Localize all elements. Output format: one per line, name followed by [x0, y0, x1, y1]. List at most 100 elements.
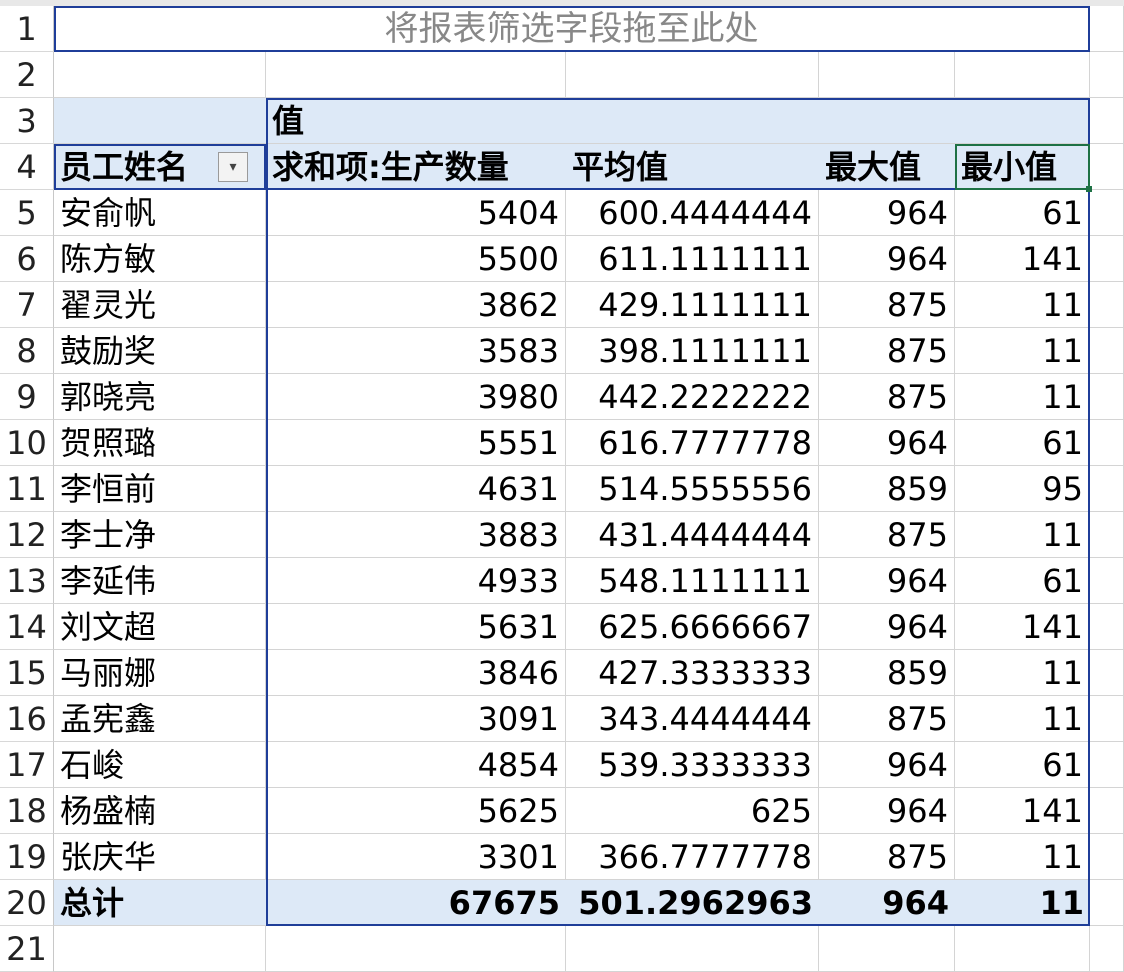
value-cell-avg[interactable]: 429.1111111: [566, 282, 819, 328]
row-number[interactable]: 21: [0, 926, 54, 972]
row-number[interactable]: 7: [0, 282, 54, 328]
row-number[interactable]: 4: [0, 144, 54, 190]
sheet-cell[interactable]: [1090, 6, 1124, 52]
sheet-cell[interactable]: [54, 926, 266, 972]
row-number[interactable]: 17: [0, 742, 54, 788]
sheet-cell[interactable]: [819, 926, 955, 972]
value-cell-min[interactable]: 11: [955, 374, 1090, 420]
employee-name-cell[interactable]: 李恒前: [54, 466, 266, 512]
value-cell-avg[interactable]: 427.3333333: [566, 650, 819, 696]
value-cell-max[interactable]: 875: [819, 328, 955, 374]
value-cell-sum[interactable]: 3862: [266, 282, 566, 328]
value-cell-avg[interactable]: 366.7777778: [566, 834, 819, 880]
value-cell-min[interactable]: 141: [955, 788, 1090, 834]
row-number[interactable]: 3: [0, 98, 54, 144]
employee-name-cell[interactable]: 贺照璐: [54, 420, 266, 466]
employee-name-cell[interactable]: 翟灵光: [54, 282, 266, 328]
report-filter-drop-area[interactable]: 将报表筛选字段拖至此处: [54, 6, 1090, 52]
value-cell-max[interactable]: 875: [819, 696, 955, 742]
value-cell-sum[interactable]: 5500: [266, 236, 566, 282]
sheet-cell[interactable]: [1090, 144, 1124, 190]
value-cell-max[interactable]: 964: [819, 742, 955, 788]
value-cell-min[interactable]: 141: [955, 236, 1090, 282]
value-cell-max[interactable]: 859: [819, 466, 955, 512]
value-cell-sum[interactable]: 5631: [266, 604, 566, 650]
value-cell-min[interactable]: 11: [955, 512, 1090, 558]
row-number[interactable]: 8: [0, 328, 54, 374]
value-cell-max[interactable]: 875: [819, 512, 955, 558]
value-cell-avg[interactable]: 600.4444444: [566, 190, 819, 236]
employee-name-cell[interactable]: 孟宪鑫: [54, 696, 266, 742]
value-cell-sum[interactable]: 5625: [266, 788, 566, 834]
row-number[interactable]: 18: [0, 788, 54, 834]
row-number[interactable]: 15: [0, 650, 54, 696]
sheet-cell[interactable]: [1090, 650, 1124, 696]
value-cell-max[interactable]: 964: [819, 420, 955, 466]
employee-name-cell[interactable]: 陈方敏: [54, 236, 266, 282]
value-cell-min[interactable]: 61: [955, 190, 1090, 236]
employee-name-cell[interactable]: 李士净: [54, 512, 266, 558]
row-number[interactable]: 14: [0, 604, 54, 650]
value-cell-max[interactable]: 964: [819, 236, 955, 282]
employee-name-cell[interactable]: 刘文超: [54, 604, 266, 650]
sheet-cell[interactable]: [1090, 420, 1124, 466]
sheet-cell[interactable]: [566, 926, 819, 972]
value-cell-max[interactable]: 964: [819, 190, 955, 236]
sheet-cell[interactable]: [566, 98, 819, 144]
sheet-cell[interactable]: [1090, 558, 1124, 604]
value-cell-min[interactable]: 11: [955, 834, 1090, 880]
filter-dropdown-icon[interactable]: ▾: [218, 152, 248, 182]
value-cell-sum[interactable]: 3980: [266, 374, 566, 420]
sheet-cell[interactable]: [1090, 282, 1124, 328]
employee-name-cell[interactable]: 张庆华: [54, 834, 266, 880]
sheet-cell[interactable]: [955, 98, 1090, 144]
sheet-cell[interactable]: [1090, 926, 1124, 972]
value-cell-sum[interactable]: 4631: [266, 466, 566, 512]
value-cell-sum[interactable]: 3883: [266, 512, 566, 558]
value-cell-max[interactable]: 859: [819, 650, 955, 696]
row-number[interactable]: 2: [0, 52, 54, 98]
sheet-cell[interactable]: [266, 52, 566, 98]
sheet-cell[interactable]: [1090, 466, 1124, 512]
sheet-cell[interactable]: [54, 52, 266, 98]
sheet-cell[interactable]: [955, 926, 1090, 972]
employee-name-cell[interactable]: 李延伟: [54, 558, 266, 604]
value-cell-max[interactable]: 875: [819, 282, 955, 328]
value-cell-max[interactable]: 875: [819, 834, 955, 880]
row-number[interactable]: 5: [0, 190, 54, 236]
value-cell-sum[interactable]: 3846: [266, 650, 566, 696]
sheet-cell[interactable]: [1090, 52, 1124, 98]
employee-name-cell[interactable]: 石峻: [54, 742, 266, 788]
sheet-cell[interactable]: [1090, 788, 1124, 834]
grand-total-label[interactable]: 总计: [54, 880, 266, 926]
row-number[interactable]: 9: [0, 374, 54, 420]
value-cell-max[interactable]: 964: [819, 788, 955, 834]
value-cell-sum[interactable]: 4933: [266, 558, 566, 604]
value-cell-max[interactable]: 964: [819, 604, 955, 650]
value-cell-avg[interactable]: 611.1111111: [566, 236, 819, 282]
sheet-cell[interactable]: [1090, 696, 1124, 742]
sheet-cell[interactable]: [266, 926, 566, 972]
value-cell-sum[interactable]: 5404: [266, 190, 566, 236]
sheet-cell[interactable]: [955, 52, 1090, 98]
sheet-cell[interactable]: [1090, 512, 1124, 558]
value-cell-min[interactable]: 61: [955, 742, 1090, 788]
row-number[interactable]: 19: [0, 834, 54, 880]
value-cell-sum[interactable]: 3091: [266, 696, 566, 742]
value-cell-avg[interactable]: 343.4444444: [566, 696, 819, 742]
row-field-header[interactable]: 员工姓名 ▾: [54, 144, 266, 190]
sheet-cell[interactable]: [1090, 880, 1124, 926]
row-number[interactable]: 6: [0, 236, 54, 282]
row-number[interactable]: 13: [0, 558, 54, 604]
row-number[interactable]: 10: [0, 420, 54, 466]
column-header-3[interactable]: 最小值: [955, 144, 1090, 190]
row-number[interactable]: 11: [0, 466, 54, 512]
value-cell-min[interactable]: 141: [955, 604, 1090, 650]
value-cell-min[interactable]: 11: [955, 282, 1090, 328]
employee-name-cell[interactable]: 鼓励奖: [54, 328, 266, 374]
value-cell-sum[interactable]: 3583: [266, 328, 566, 374]
value-cell-sum[interactable]: 5551: [266, 420, 566, 466]
sheet-cell[interactable]: [1090, 374, 1124, 420]
sheet-cell[interactable]: [1090, 328, 1124, 374]
value-cell-avg[interactable]: 625: [566, 788, 819, 834]
